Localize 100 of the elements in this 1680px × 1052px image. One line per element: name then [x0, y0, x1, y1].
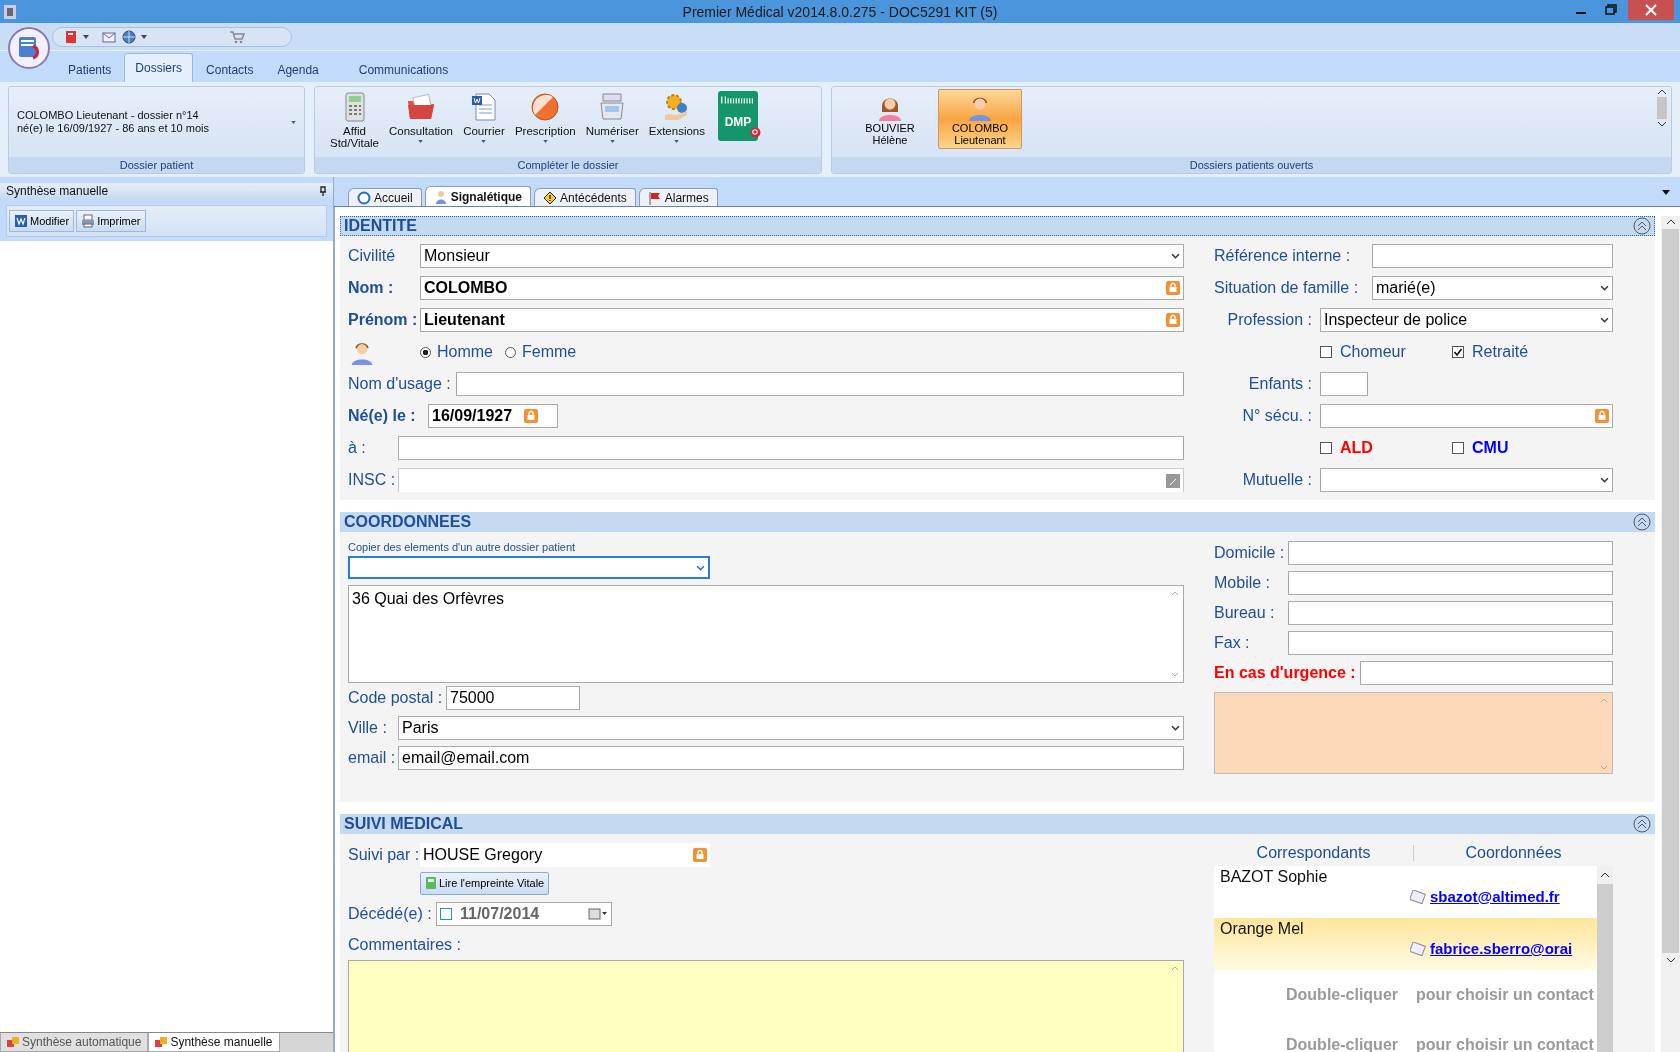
social-security-field[interactable] [1320, 404, 1613, 428]
section-header[interactable]: IDENTITE [340, 216, 1655, 236]
phone-field[interactable] [1288, 631, 1613, 655]
phone-field[interactable] [1288, 601, 1613, 625]
section-header[interactable]: COORDONNEES [340, 512, 1655, 532]
content-tab[interactable]: Alarmes [638, 188, 718, 206]
globe-icon[interactable] [121, 28, 137, 45]
ribbon-button[interactable]: Numériser [580, 89, 644, 145]
collapse-icon[interactable] [1633, 815, 1651, 833]
toolbar-button[interactable]: Imprimer [76, 210, 146, 232]
lock-icon[interactable] [693, 848, 707, 862]
radio-option[interactable]: Homme [420, 343, 493, 361]
chevron-down-icon[interactable] [1171, 725, 1180, 731]
patient-copy-select[interactable] [348, 556, 710, 579]
ribbon-button[interactable]: Consultation [384, 89, 458, 145]
section-header[interactable]: SUIVI MEDICAL [340, 814, 1655, 834]
content-tab[interactable]: Accueil [348, 188, 422, 206]
arrow-down-icon[interactable] [1657, 121, 1667, 127]
patient-summary[interactable]: COLOMBO Lieutenant - dossier n°14 né(e) le 16/09/1927 - 86 ans et 10 mois [17, 109, 291, 135]
dmp-tile[interactable]: DMP [718, 91, 758, 141]
ribbon-tab[interactable]: Dossiers [124, 53, 194, 82]
first-name-field[interactable]: Lieutenant [420, 308, 1184, 332]
profession-select[interactable]: Inspecteur de police [1320, 308, 1613, 332]
birthplace-field[interactable] [398, 436, 1184, 460]
ribbon-tab[interactable]: Agenda [266, 56, 330, 82]
doctor-field[interactable]: HOUSE Gregory [420, 843, 710, 867]
lock-icon[interactable] [1595, 409, 1609, 423]
squares-icon [155, 1036, 168, 1048]
content-tab[interactable]: Signalétique [424, 186, 532, 206]
usage-name-field[interactable] [456, 372, 1184, 396]
comments-field[interactable] [348, 960, 1184, 1052]
contact-row[interactable]: BAZOT Sophie sbazot@altimed.fr [1214, 866, 1597, 918]
arrow-up-icon[interactable] [1597, 866, 1613, 884]
chevron-down-icon[interactable] [1171, 253, 1180, 259]
toolbar-button[interactable]: Modifier [9, 210, 75, 232]
death-date-field[interactable]: 11/07/2014 [436, 902, 612, 926]
ribbon-button[interactable]: Affid Std/Vitale [325, 89, 384, 151]
field-label: Copier des elements d'un autre dossier patient [348, 540, 577, 555]
email-link[interactable]: fabrice.sberro@orai [1430, 940, 1573, 957]
field-label: Nom d'usage : [348, 375, 452, 393]
read-vitale-button[interactable]: Lire l'empreinte Vitale [420, 871, 550, 895]
panel-tab[interactable]: Synthèse manuelle [148, 1033, 280, 1052]
calendar-icon[interactable] [588, 908, 608, 920]
open-patient-button[interactable]: COLOMBO Lieutenant [938, 89, 1022, 149]
app-logo-icon[interactable] [7, 26, 51, 70]
phone-field[interactable] [1288, 571, 1613, 595]
postal-code-field[interactable]: 75000 [446, 686, 580, 710]
close-icon[interactable] [1628, 0, 1674, 20]
lock-icon[interactable] [524, 409, 539, 423]
radio-option[interactable]: Femme [505, 343, 577, 361]
scrollbar[interactable] [1661, 216, 1680, 1052]
emergency-field[interactable] [1360, 661, 1613, 685]
pin-icon[interactable] [319, 186, 327, 196]
arrow-up-icon[interactable] [1665, 219, 1676, 225]
arrow-down-icon[interactable] [1665, 957, 1676, 963]
chevron-down-icon[interactable] [1600, 477, 1609, 483]
caret-icon[interactable] [141, 34, 147, 39]
checkbox[interactable] [440, 908, 452, 920]
contact-row[interactable]: Orange Mel fabrice.sberro@orai [1214, 918, 1597, 970]
hint-text: pour choisir un contact [1416, 986, 1594, 1004]
ribbon-button[interactable]: Courrier [457, 89, 510, 145]
ribbon-button[interactable]: Prescription [509, 89, 581, 145]
checkbox[interactable]: CMU [1452, 439, 1584, 457]
hint-text: Double-cliquer [1286, 986, 1398, 1004]
ribbon-button[interactable]: Extensions [643, 89, 710, 145]
checkbox[interactable]: Chomeur [1320, 343, 1452, 361]
ribbon-tab[interactable]: Patients [57, 56, 123, 82]
caret-icon[interactable] [1662, 189, 1670, 195]
birth-date-field[interactable]: 16/09/1927 [428, 404, 558, 428]
ribbon-tab[interactable]: Communications [347, 56, 460, 82]
family-status-select[interactable]: marié(e) [1372, 276, 1613, 300]
cart-icon[interactable] [229, 28, 245, 45]
arrow-up-icon[interactable] [1657, 89, 1667, 95]
reference-field[interactable] [1372, 244, 1613, 268]
ribbon-tab[interactable]: Contacts [195, 56, 265, 82]
lock-icon[interactable] [1166, 281, 1180, 295]
emergency-notes-field[interactable] [1214, 692, 1613, 774]
panel-tab[interactable]: Synthèse automatique [0, 1033, 149, 1052]
checkbox[interactable]: Retraité [1452, 343, 1584, 361]
chevron-down-icon[interactable] [1600, 285, 1609, 291]
children-field[interactable] [1320, 372, 1368, 396]
lock-icon[interactable] [1166, 313, 1180, 327]
phone-field[interactable] [1288, 541, 1613, 565]
checkbox[interactable]: ALD [1320, 439, 1452, 457]
email-field[interactable]: email@email.com [398, 746, 1184, 770]
city-select[interactable]: Paris [398, 716, 1184, 740]
collapse-icon[interactable] [1633, 513, 1651, 531]
address-field[interactable]: 36 Quai des Orfèvres [348, 585, 1184, 683]
content-tab[interactable]: Antécédents [534, 188, 636, 206]
open-patient-button[interactable]: BOUVIER Hélène [848, 89, 932, 149]
chevron-down-icon[interactable] [1600, 317, 1609, 323]
collapse-icon[interactable] [1633, 217, 1651, 235]
book-icon[interactable] [63, 28, 79, 45]
name-field[interactable]: COLOMBO [420, 276, 1184, 300]
civility-select[interactable]: Monsieur [420, 244, 1184, 268]
insc-field[interactable] [398, 468, 1184, 492]
envelope-icon [1410, 889, 1426, 904]
scrollbar[interactable] [1597, 866, 1613, 1052]
caret-icon[interactable] [83, 34, 89, 39]
email-link[interactable]: sbazot@altimed.fr [1430, 888, 1560, 905]
